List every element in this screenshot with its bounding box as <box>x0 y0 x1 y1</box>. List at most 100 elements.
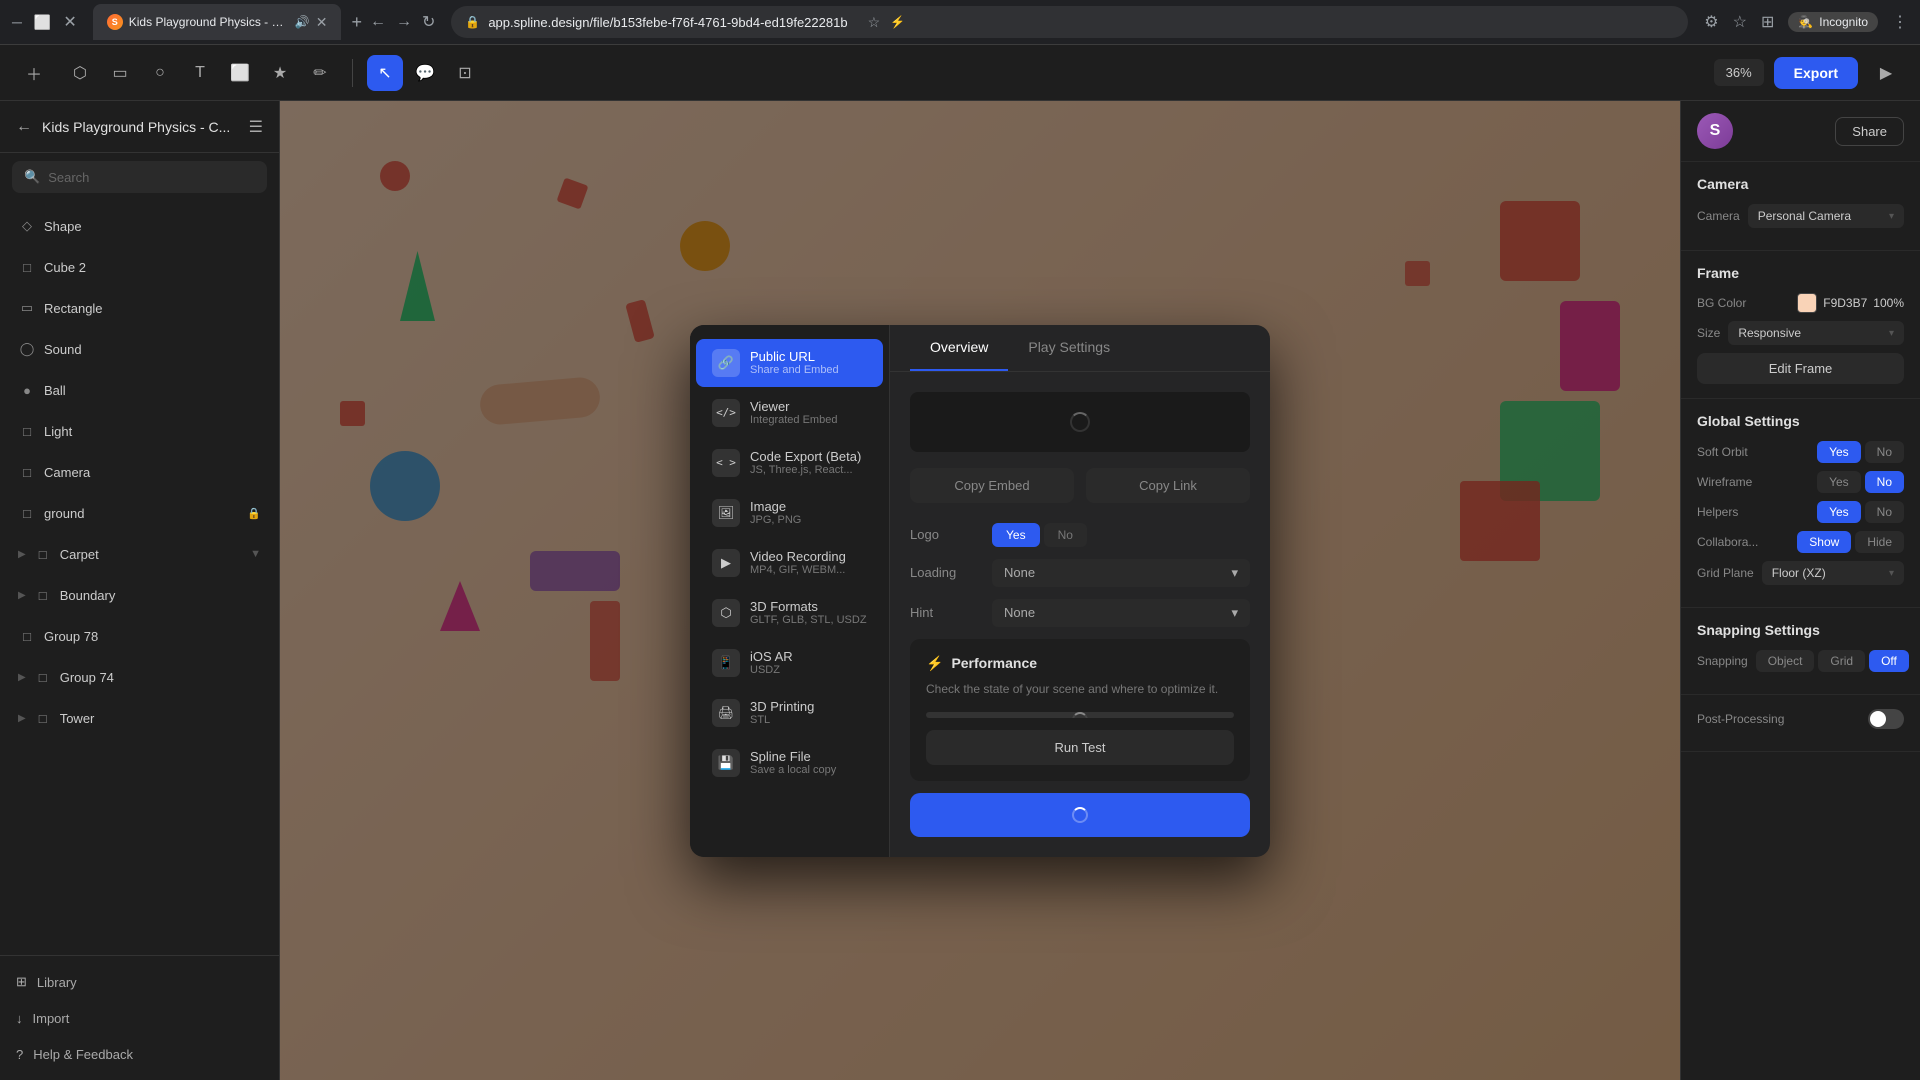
bookmark-icon[interactable]: ☆ <box>868 14 881 31</box>
back-button[interactable]: ← <box>370 13 386 31</box>
select-tool-button[interactable]: ⬡ <box>62 55 98 91</box>
camera-dropdown[interactable]: Personal Camera ▾ <box>1748 204 1904 228</box>
new-tab-button[interactable]: + <box>351 12 362 33</box>
minimize-icon[interactable]: ─ <box>12 14 22 30</box>
modal-item-public-url[interactable]: 🔗 Public URL Share and Embed <box>696 339 883 387</box>
helpers-no-button[interactable]: No <box>1865 501 1904 523</box>
layer-item-tower[interactable]: ▶ □ Tower <box>6 698 273 738</box>
bookmark-star-icon[interactable]: ☆ <box>1733 12 1747 32</box>
search-input[interactable]: 🔍 Search <box>12 161 267 193</box>
play-button[interactable]: ▶ <box>1868 55 1904 91</box>
tab-overview[interactable]: Overview <box>910 325 1008 371</box>
lock-icon: 🔒 <box>247 507 261 520</box>
run-test-button[interactable]: Run Test <box>926 730 1234 765</box>
wireframe-no-button[interactable]: No <box>1865 471 1904 493</box>
comment-tool-button[interactable]: 💬 <box>407 55 443 91</box>
pen-tool-button[interactable]: ✏ <box>302 55 338 91</box>
edit-frame-button[interactable]: Edit Frame <box>1697 353 1904 384</box>
modal-item-video-label: Video Recording <box>750 549 846 564</box>
frame-section-title: Frame <box>1697 265 1904 281</box>
wireframe-yes-button[interactable]: Yes <box>1817 471 1861 493</box>
canvas-area[interactable]: 🔗 Public URL Share and Embed </> Viewer <box>280 101 1680 1080</box>
copy-embed-button[interactable]: Copy Embed <box>910 468 1074 503</box>
layer-item-ball[interactable]: ● Ball <box>6 370 273 410</box>
modal-item-viewer[interactable]: </> Viewer Integrated Embed <box>696 389 883 437</box>
sidebar-help-button[interactable]: ? Help & Feedback <box>0 1036 279 1072</box>
forward-button[interactable]: → <box>396 13 412 31</box>
carpet-expand-icon[interactable]: ▶ <box>18 549 26 560</box>
sidebar-menu-button[interactable]: ☰ <box>249 117 263 137</box>
modal-item-code-export[interactable]: < > Code Export (Beta) JS, Three.js, Rea… <box>696 439 883 487</box>
snapping-grid-button[interactable]: Grid <box>1818 650 1865 672</box>
logo-yes-button[interactable]: Yes <box>992 523 1040 547</box>
reload-button[interactable]: ↻ <box>422 12 435 32</box>
maximize-icon[interactable]: ⬜ <box>34 14 51 31</box>
box-tool-button[interactable]: ⬜ <box>222 55 258 91</box>
sidebar-library-button[interactable]: ⊞ Library <box>0 964 279 1000</box>
star-tool-button[interactable]: ★ <box>262 55 298 91</box>
spline-icon[interactable]: ⚡ <box>890 15 905 29</box>
viewer-icon: </> <box>712 399 740 427</box>
group74-expand-icon[interactable]: ▶ <box>18 672 26 683</box>
grid-plane-dropdown[interactable]: Floor (XZ) ▾ <box>1762 561 1904 585</box>
snapping-off-button[interactable]: Off <box>1869 650 1909 672</box>
frame-tool-button[interactable]: ⊡ <box>447 55 483 91</box>
collabora-hide-button[interactable]: Hide <box>1855 531 1904 553</box>
modal-item-ios-ar[interactable]: 📱 iOS AR USDZ <box>696 639 883 687</box>
layer-item-boundary[interactable]: ▶ □ Boundary <box>6 575 273 615</box>
text-tool-button[interactable]: T <box>182 55 218 91</box>
add-tool-button[interactable]: ＋ <box>16 55 52 91</box>
layer-item-camera[interactable]: □ Camera <box>6 452 273 492</box>
modal-item-image[interactable]: 🖼 Image JPG, PNG <box>696 489 883 537</box>
loading-dropdown[interactable]: None ▾ <box>992 559 1250 587</box>
modal-item-ios-ar-text: iOS AR USDZ <box>750 649 793 676</box>
layer-item-group78[interactable]: □ Group 78 <box>6 616 273 656</box>
post-processing-toggle[interactable] <box>1868 709 1904 729</box>
modal-item-spline-file[interactable]: 💾 Spline File Save a local copy <box>696 739 883 787</box>
share-button[interactable]: Share <box>1835 117 1904 146</box>
tab-close-icon[interactable]: ✕ <box>316 14 328 31</box>
layer-item-cube2[interactable]: □ Cube 2 <box>6 247 273 287</box>
carpet-collapse-icon[interactable]: ▼ <box>250 548 261 560</box>
more-icon[interactable]: ⋮ <box>1892 12 1908 32</box>
hint-dropdown[interactable]: None ▾ <box>992 599 1250 627</box>
helpers-yes-button[interactable]: Yes <box>1817 501 1861 523</box>
soft-orbit-yes-button[interactable]: Yes <box>1817 441 1861 463</box>
layer-item-group74[interactable]: ▶ □ Group 74 <box>6 657 273 697</box>
snapping-title: Snapping Settings <box>1697 622 1904 638</box>
collabora-show-button[interactable]: Show <box>1797 531 1851 553</box>
snapping-object-button[interactable]: Object <box>1756 650 1815 672</box>
soft-orbit-no-button[interactable]: No <box>1865 441 1904 463</box>
cursor-tool-button[interactable]: ↖ <box>367 55 403 91</box>
tab-play-settings[interactable]: Play Settings <box>1008 325 1130 371</box>
extensions-icon[interactable]: ⚙ <box>1704 12 1718 32</box>
layer-name-group74: Group 74 <box>60 670 261 685</box>
incognito-label: Incognito <box>1819 15 1868 29</box>
layer-item-rectangle[interactable]: ▭ Rectangle <box>6 288 273 328</box>
close-icon[interactable]: ✕ <box>63 12 76 32</box>
address-bar[interactable]: 🔒 app.spline.design/file/b153febe-f76f-4… <box>451 6 1688 38</box>
circle-tool-button[interactable]: ○ <box>142 55 178 91</box>
modal-export-button[interactable] <box>910 793 1250 837</box>
sidebar-toggle-icon[interactable]: ⊞ <box>1761 12 1774 32</box>
bg-color-swatch[interactable] <box>1797 293 1817 313</box>
logo-no-button[interactable]: No <box>1044 523 1087 547</box>
back-to-home-button[interactable]: ← <box>16 118 32 136</box>
layer-item-sound[interactable]: ◯ Sound <box>6 329 273 369</box>
export-button[interactable]: Export <box>1774 57 1858 89</box>
zoom-display[interactable]: 36% <box>1714 59 1764 86</box>
modal-item-3d-formats[interactable]: ⬡ 3D Formats GLTF, GLB, STL, USDZ <box>696 589 883 637</box>
boundary-expand-icon[interactable]: ▶ <box>18 590 26 601</box>
layer-item-ground[interactable]: □ ground 🔒 <box>6 493 273 533</box>
layer-item-carpet[interactable]: ▶ □ Carpet ▼ <box>6 534 273 574</box>
browser-tab[interactable]: S Kids Playground Physics - C... 🔊 ✕ <box>93 4 342 40</box>
tower-expand-icon[interactable]: ▶ <box>18 713 26 724</box>
copy-link-button[interactable]: Copy Link <box>1086 468 1250 503</box>
layer-item-light[interactable]: □ Light <box>6 411 273 451</box>
sidebar-import-button[interactable]: ↓ Import <box>0 1000 279 1036</box>
layer-item-shape[interactable]: ◇ Shape <box>6 206 273 246</box>
modal-item-3d-printing[interactable]: 🖨 3D Printing STL <box>696 689 883 737</box>
rect-tool-button[interactable]: ▭ <box>102 55 138 91</box>
size-dropdown[interactable]: Responsive ▾ <box>1728 321 1904 345</box>
modal-item-video[interactable]: ▶ Video Recording MP4, GIF, WEBM... <box>696 539 883 587</box>
